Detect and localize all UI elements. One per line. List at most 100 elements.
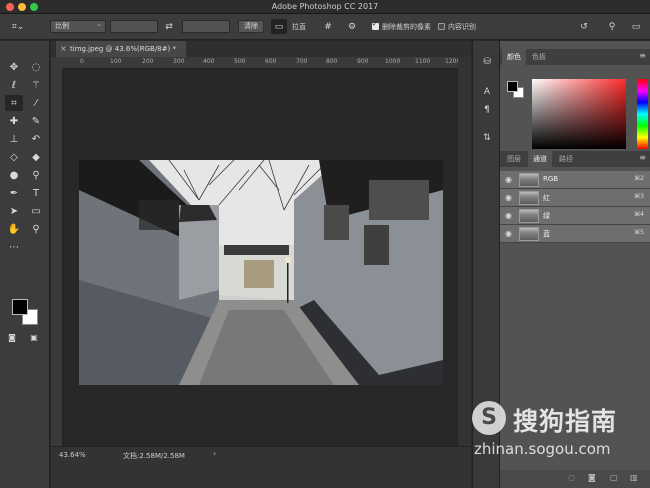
panel-menu-icon[interactable]: ≡ [639, 51, 646, 60]
visibility-eye-icon[interactable]: ◉ [505, 211, 512, 220]
tab-color[interactable]: 颜色 [502, 49, 526, 65]
hand-tool-icon[interactable]: ✋ [5, 221, 23, 237]
channel-thumbnail [519, 191, 539, 205]
width-field[interactable] [110, 20, 158, 33]
channel-row-blue[interactable]: ◉ 蓝 ⌘5 [500, 225, 650, 243]
clone-stamp-tool-icon[interactable]: ⊥ [5, 131, 23, 147]
eyedropper-tool-icon[interactable]: ⁄ [27, 95, 45, 111]
new-channel-icon[interactable]: ▢ [610, 473, 618, 482]
channel-row-red[interactable]: ◉ 红 ⌘3 [500, 189, 650, 207]
search-icon[interactable]: ⚲ [604, 19, 620, 34]
horizontal-ruler[interactable]: 0 100 200 300 400 500 600 700 800 900 10… [63, 57, 458, 69]
tab-channels[interactable]: 通道 [528, 151, 552, 167]
foreground-color-chip[interactable] [507, 81, 518, 92]
libraries-icon[interactable]: ⛁ [479, 55, 495, 69]
ruler-tick: 500 [234, 58, 246, 65]
healing-brush-tool-icon[interactable]: ✚ [5, 113, 23, 129]
magic-wand-tool-icon[interactable]: ⚚ [27, 77, 45, 93]
clear-button[interactable]: 清除 [238, 20, 264, 33]
settings-gear-icon[interactable]: ⚙ [344, 19, 360, 34]
ruler-tick: 900 [357, 58, 369, 65]
character-icon[interactable]: A [479, 85, 495, 99]
tab-swatches[interactable]: 色板 [527, 49, 551, 65]
hue-slider[interactable] [637, 79, 648, 149]
ruler-tick: 800 [326, 58, 338, 65]
channel-shortcut: ⌘5 [634, 229, 644, 236]
straighten-label[interactable]: 拉直 [292, 22, 306, 32]
history-icon[interactable]: ⇅ [479, 131, 495, 145]
load-selection-icon[interactable]: ◌ [568, 473, 575, 482]
channel-thumbnail [519, 227, 539, 241]
save-selection-icon[interactable]: ◙ [588, 473, 596, 482]
channel-thumbnail [519, 209, 539, 223]
document-tab[interactable]: × timg.jpeg @ 43.6%(RGB/8#) * [56, 41, 186, 57]
status-menu-arrow-icon[interactable]: › [213, 449, 216, 458]
channels-footer: ◌ ◙ ▢ ▥ [500, 470, 650, 488]
channel-row-green[interactable]: ◉ 绿 ⌘4 [500, 207, 650, 225]
workspace-icon[interactable]: ▭ [628, 19, 644, 34]
swap-icon[interactable]: ⇄ [162, 19, 176, 34]
vertical-ruler[interactable] [51, 69, 63, 446]
color-picker-field[interactable] [532, 79, 626, 149]
rectangle-tool-icon[interactable]: ▭ [27, 203, 45, 219]
zoom-level[interactable]: 43.64% [59, 451, 86, 459]
move-tool-icon[interactable]: ✥ [5, 59, 23, 75]
more-tools-icon[interactable]: ⋯ [5, 239, 23, 255]
hutong-photo[interactable] [79, 160, 443, 385]
lasso-tool-icon[interactable]: ℓ [5, 77, 23, 93]
type-tool-icon[interactable]: T [27, 185, 45, 201]
channel-thumbnail [519, 173, 539, 187]
channel-name: 蓝 [543, 230, 550, 238]
brush-tool-icon[interactable]: ✎ [27, 113, 45, 129]
document-info[interactable]: 文档:2.58M/2.58M [123, 451, 185, 461]
close-tab-icon[interactable]: × [60, 41, 67, 57]
channel-name: RGB [543, 175, 559, 183]
watermark-url: zhinan.sogou.com [474, 440, 611, 458]
paint-bucket-tool-icon[interactable]: ◆ [27, 149, 45, 165]
channel-row-rgb[interactable]: ◉ RGB ⌘2 [500, 171, 650, 189]
tab-paths[interactable]: 路径 [554, 151, 578, 167]
ratio-select[interactable]: 比例 [50, 19, 106, 33]
tab-layers[interactable]: 图层 [502, 151, 526, 167]
title-bar: Adobe Photoshop CC 2017 [0, 0, 650, 14]
ruler-tick: 200 [142, 58, 154, 65]
height-field[interactable] [182, 20, 230, 33]
pen-tool-icon[interactable]: ✒ [5, 185, 23, 201]
ruler-tick: 0 [80, 58, 84, 65]
reset-icon[interactable]: ↺ [576, 19, 592, 34]
ruler-corner [51, 57, 63, 69]
zoom-tool-icon[interactable]: ⚲ [27, 221, 45, 237]
history-brush-tool-icon[interactable]: ↶ [27, 131, 45, 147]
app-title: Adobe Photoshop CC 2017 [271, 2, 379, 11]
ruler-tick: 600 [265, 58, 277, 65]
delete-channel-icon[interactable]: ▥ [630, 473, 638, 482]
straighten-icon[interactable]: ▭ [271, 19, 287, 34]
crop-preset-icon[interactable]: ⌗⌄ [6, 19, 30, 34]
vertical-scrollbar[interactable] [458, 57, 471, 446]
options-bar: ⌗⌄ 比例 ⇄ 清除 ▭ 拉直 # ⚙ 删除裁剪的像素 内容识别 ↺ ⚲ ▭ [0, 14, 650, 40]
crop-tool-icon[interactable]: ⌗ [5, 95, 23, 111]
visibility-eye-icon[interactable]: ◉ [505, 229, 512, 238]
blur-tool-icon[interactable]: ● [5, 167, 23, 183]
quick-mask-icon[interactable]: ◙ [5, 331, 19, 343]
path-selection-tool-icon[interactable]: ➤ [5, 203, 23, 219]
channel-shortcut: ⌘4 [634, 211, 644, 218]
ruler-tick: 700 [296, 58, 308, 65]
channel-name: 绿 [543, 212, 550, 220]
dodge-tool-icon[interactable]: ⚲ [27, 167, 45, 183]
visibility-eye-icon[interactable]: ◉ [505, 193, 512, 202]
panel-menu-icon[interactable]: ≡ [639, 153, 646, 162]
content-aware-checkbox[interactable] [438, 23, 445, 30]
foreground-color-swatch[interactable] [12, 299, 28, 315]
layers-panel-tabs: 图层 通道 路径 ≡ [500, 151, 650, 167]
delete-cropped-checkbox[interactable] [372, 20, 379, 30]
visibility-eye-icon[interactable]: ◉ [505, 175, 512, 184]
channel-shortcut: ⌘2 [634, 175, 644, 182]
paragraph-icon[interactable]: ¶ [479, 103, 495, 117]
ruler-tick: 300 [173, 58, 185, 65]
marquee-tool-icon[interactable]: ◌ [27, 59, 45, 75]
screen-mode-icon[interactable]: ▣ [27, 331, 41, 343]
grid-overlay-icon[interactable]: # [320, 19, 336, 34]
eraser-tool-icon[interactable]: ◇ [5, 149, 23, 165]
ruler-tick: 100 [110, 58, 122, 65]
